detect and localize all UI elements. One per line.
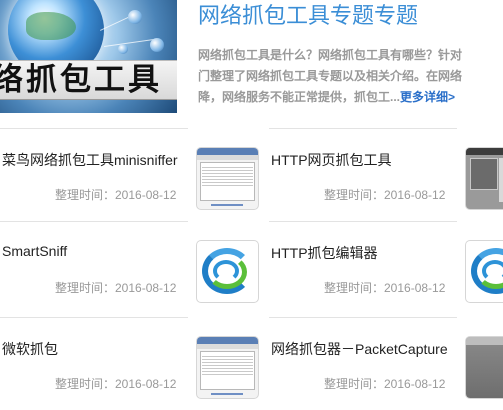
network-node-icon <box>150 38 164 52</box>
description-line: 网络抓包工具是什么？网络抓包工具有哪些？针对 <box>198 48 463 62</box>
banner-image[interactable]: 络抓包工具 <box>0 0 177 113</box>
list-item[interactable]: HTTP抓包编辑器 整理时间：2016-08-12 <box>269 221 457 302</box>
item-date: 整理时间：2016-08-12 <box>55 281 177 295</box>
item-date: 整理时间：2016-08-12 <box>55 377 177 391</box>
network-node-icon <box>128 10 142 24</box>
item-title[interactable]: 微软抓包 <box>2 339 188 359</box>
swirl-logo-thumbnail[interactable] <box>466 241 503 302</box>
item-thumbnail[interactable] <box>197 148 258 209</box>
list-item[interactable]: 微软抓包 整理时间：2016-08-12 <box>0 317 188 398</box>
description-line: 门整理了网络抓包工具专题以及相关介绍。在网络 <box>198 69 463 83</box>
topic-banner: 络抓包工具 网络抓包工具专题专题 网络抓包工具是什么？网络抓包工具有哪些？针对 … <box>0 0 503 117</box>
swirl-logo-thumbnail[interactable] <box>197 241 258 302</box>
item-title[interactable]: 网络抓包器－PacketCapture <box>271 339 457 359</box>
more-details-link[interactable]: 更多详细> <box>400 90 455 104</box>
description-line: 降，网络服务不能正常提供，抓包工... <box>198 90 401 104</box>
item-date: 整理时间：2016-08-12 <box>55 188 177 202</box>
topic-description: 网络抓包工具是什么？网络抓包工具有哪些？针对 门整理了网络抓包工具专题以及相关介… <box>198 45 503 111</box>
item-title[interactable]: SmartSniff <box>2 243 188 259</box>
banner-image-caption: 络抓包工具 <box>0 60 177 100</box>
item-title[interactable]: HTTP抓包编辑器 <box>271 243 457 263</box>
item-title[interactable]: 菜鸟网络抓包工具minisniffer <box>2 150 188 170</box>
tool-list: 菜鸟网络抓包工具minisniffer 整理时间：2016-08-12 HTTP… <box>0 128 503 410</box>
item-thumbnail[interactable] <box>466 148 503 209</box>
item-thumbnail[interactable] <box>197 337 258 398</box>
item-title[interactable]: HTTP网页抓包工具 <box>271 150 457 170</box>
item-thumbnail[interactable] <box>466 337 503 398</box>
list-item[interactable]: 菜鸟网络抓包工具minisniffer 整理时间：2016-08-12 <box>0 128 188 209</box>
list-item[interactable]: SmartSniff 整理时间：2016-08-12 <box>0 221 188 302</box>
item-date: 整理时间：2016-08-12 <box>324 188 446 202</box>
topic-title[interactable]: 网络抓包工具专题专题 <box>198 0 418 32</box>
list-item[interactable]: HTTP网页抓包工具 整理时间：2016-08-12 <box>269 128 457 209</box>
list-item[interactable]: 网络抓包器－PacketCapture 整理时间：2016-08-12 <box>269 317 457 398</box>
item-date: 整理时间：2016-08-12 <box>324 377 446 391</box>
network-node-icon <box>118 44 128 54</box>
item-date: 整理时间：2016-08-12 <box>324 281 446 295</box>
